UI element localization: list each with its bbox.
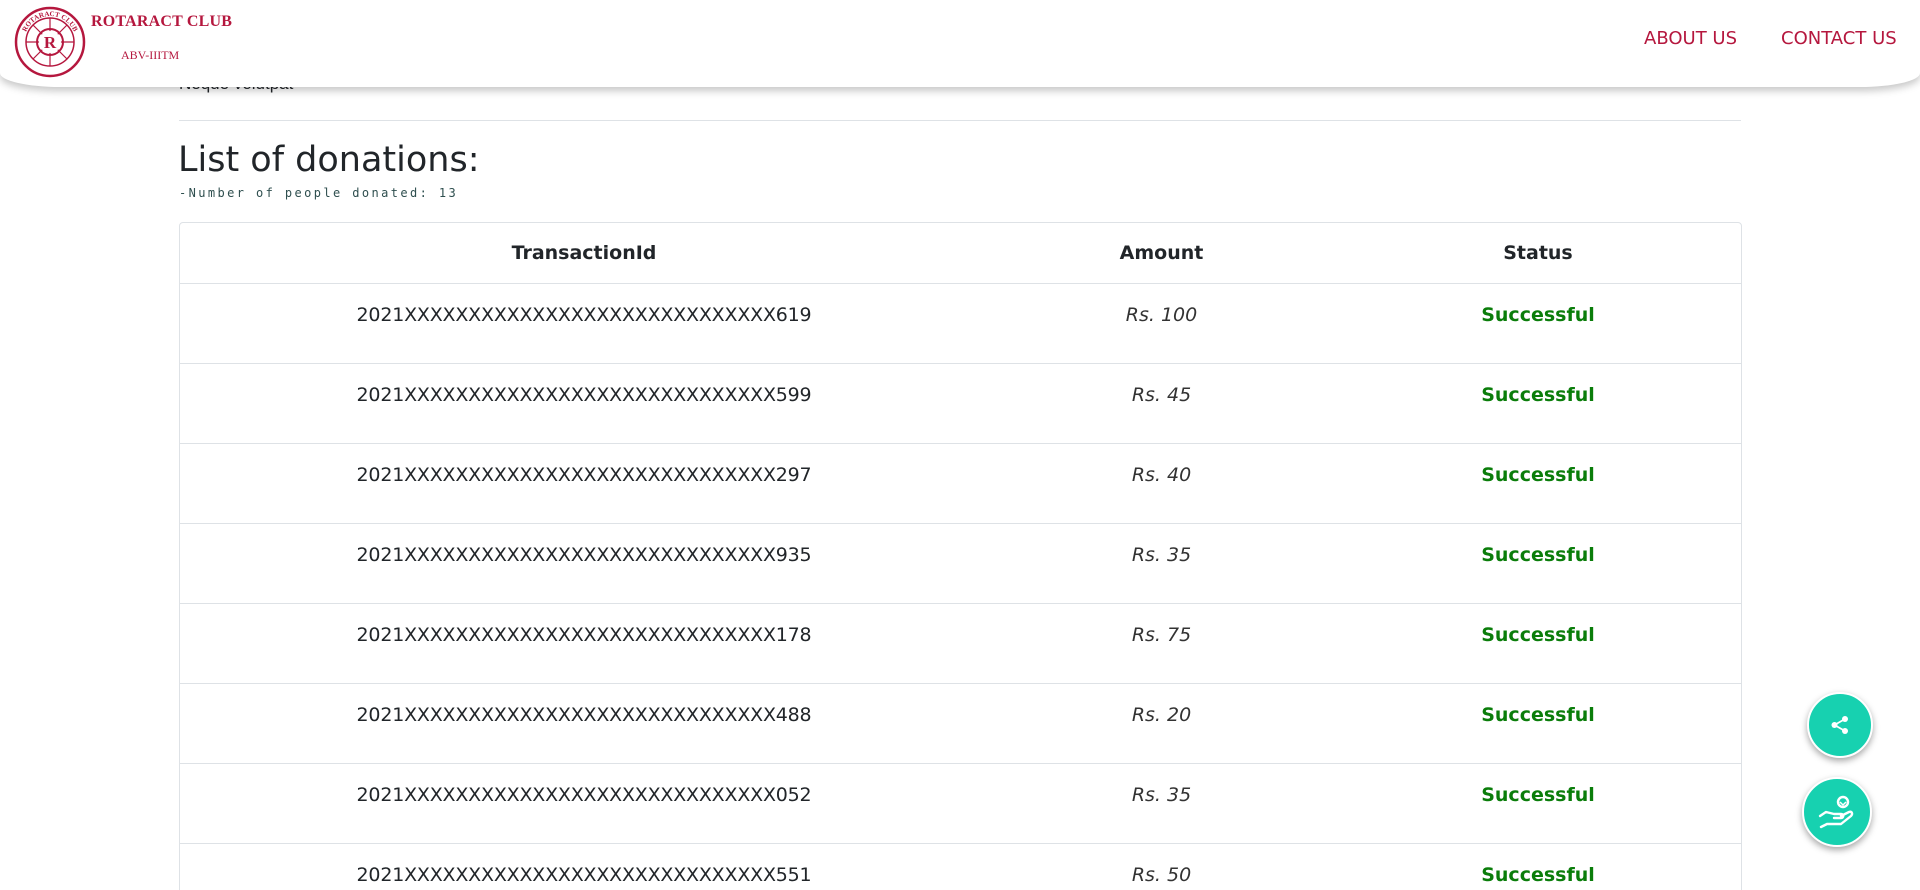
transaction-id-cell: 2021XXXXXXXXXXXXXXXXXXXXXXXXXXXXX551 [180,843,988,890]
share-button[interactable] [1807,692,1873,758]
transaction-id-cell: 2021XXXXXXXXXXXXXXXXXXXXXXXXXXXXX935 [180,523,988,604]
header-transaction-id: TransactionId [180,223,988,284]
table-header-row: TransactionId Amount Status [180,223,1741,284]
rotaract-logo-icon: R ROTARACT CLUB [14,6,86,78]
table-row: 2021XXXXXXXXXXXXXXXXXXXXXXXXXXXXX297 Rs.… [180,443,1741,524]
amount-cell: Rs. 50 [988,843,1335,890]
amount-cell: Rs. 35 [988,763,1335,844]
svg-text:R: R [44,33,57,52]
status-cell: Successful [1335,443,1741,524]
brand-title: ROTARACT CLUB [91,13,233,30]
table-row: 2021XXXXXXXXXXXXXXXXXXXXXXXXXXXXX551 Rs.… [180,843,1741,890]
status-cell: Successful [1335,363,1741,444]
share-icon [1831,716,1848,734]
table-row: 2021XXXXXXXXXXXXXXXXXXXXXXXXXXXXX619 Rs.… [180,283,1741,364]
hand-heart-icon [1818,795,1854,829]
table-row: 2021XXXXXXXXXXXXXXXXXXXXXXXXXXXXX052 Rs.… [180,763,1741,844]
transaction-id-cell: 2021XXXXXXXXXXXXXXXXXXXXXXXXXXXXX052 [180,763,988,844]
nav-about-us[interactable]: ABOUT US [1644,28,1737,49]
amount-cell: Rs. 35 [988,523,1335,604]
donate-button[interactable] [1802,777,1872,847]
amount-cell: Rs. 100 [988,283,1335,364]
donations-table: TransactionId Amount Status 2021XXXXXXXX… [180,223,1741,890]
transaction-id-cell: 2021XXXXXXXXXXXXXXXXXXXXXXXXXXXXX599 [180,363,988,444]
donations-title: List of donations: [178,140,480,180]
table-row: 2021XXXXXXXXXXXXXXXXXXXXXXXXXXXXX178 Rs.… [180,603,1741,684]
status-cell: Successful [1335,683,1741,764]
amount-cell: Rs. 75 [988,603,1335,684]
transaction-id-cell: 2021XXXXXXXXXXXXXXXXXXXXXXXXXXXXX297 [180,443,988,524]
transaction-id-cell: 2021XXXXXXXXXXXXXXXXXXXXXXXXXXXXX178 [180,603,988,684]
table-row: 2021XXXXXXXXXXXXXXXXXXXXXXXXXXXXX599 Rs.… [180,363,1741,444]
site-header: R ROTARACT CLUB ROTARACT CLUB ABV-IIITM … [0,0,1920,87]
donor-count: -Number of people donated: 13 [179,186,459,200]
table-row: 2021XXXXXXXXXXXXXXXXXXXXXXXXXXXXX488 Rs.… [180,683,1741,764]
status-cell: Successful [1335,603,1741,684]
nav-contact-us[interactable]: CONTACT US [1781,28,1897,49]
amount-cell: Rs. 20 [988,683,1335,764]
header-amount: Amount [988,223,1335,284]
brand-subtitle: ABV-IIITM [121,48,180,62]
amount-cell: Rs. 40 [988,443,1335,524]
rotaract-logo[interactable]: R ROTARACT CLUB [14,6,86,78]
amount-cell: Rs. 45 [988,363,1335,444]
section-divider [179,120,1741,121]
transaction-id-cell: 2021XXXXXXXXXXXXXXXXXXXXXXXXXXXXX619 [180,283,988,364]
status-cell: Successful [1335,523,1741,604]
status-cell: Successful [1335,283,1741,364]
status-cell: Successful [1335,763,1741,844]
page: Neque volutpat List of donations: -Numbe… [0,0,1920,890]
header-status: Status [1335,223,1741,284]
status-cell: Successful [1335,843,1741,890]
donations-table-card: TransactionId Amount Status 2021XXXXXXXX… [179,222,1742,890]
table-row: 2021XXXXXXXXXXXXXXXXXXXXXXXXXXXXX935 Rs.… [180,523,1741,604]
transaction-id-cell: 2021XXXXXXXXXXXXXXXXXXXXXXXXXXXXX488 [180,683,988,764]
